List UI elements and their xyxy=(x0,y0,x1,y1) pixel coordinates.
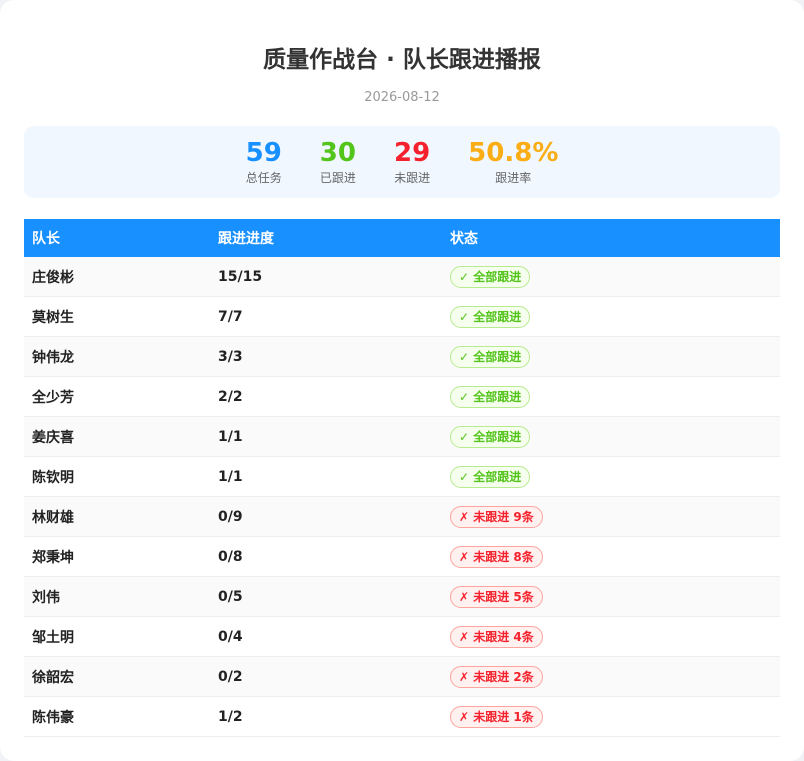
report-card: 质量作战台 · 队长跟进播报 2026-08-12 59 总任务 30 已跟进 … xyxy=(0,0,804,761)
table-row: 刘伟 0/5 ✗ 未跟进 5条 xyxy=(24,576,780,617)
follow-progress: 0/5 xyxy=(210,576,442,617)
stat-value: 59 xyxy=(245,138,282,168)
stat-label: 已跟进 xyxy=(319,171,356,185)
follow-progress: 7/7 xyxy=(210,296,442,337)
status-badge: ✗ 未跟进 5条 xyxy=(450,585,543,608)
captain-name: 郑秉坤 xyxy=(24,536,210,577)
status-badge: ✓ 全部跟进 xyxy=(450,345,531,368)
page-title: 质量作战台 · 队长跟进播报 xyxy=(263,47,541,73)
captain-name: 庄俊彬 xyxy=(24,257,210,297)
captain-name: 陈伟豪 xyxy=(24,696,210,737)
status-badge: ✓ 全部跟进 xyxy=(450,265,531,288)
table-row: 陈伟豪 1/2 ✗ 未跟进 1条 xyxy=(24,696,780,737)
status-cell: ✓ 全部跟进 xyxy=(442,456,780,497)
status-badge: ✓ 全部跟进 xyxy=(450,385,531,408)
captain-name: 徐韶宏 xyxy=(24,656,210,697)
table-header-row: 队长 跟进进度 状态 xyxy=(24,219,780,257)
captain-name: 莫树生 xyxy=(24,296,210,337)
status-badge: ✗ 未跟进 2条 xyxy=(450,665,543,688)
status-cell: ✓ 全部跟进 xyxy=(442,257,780,297)
follow-progress: 15/15 xyxy=(210,257,442,297)
captain-name: 林财雄 xyxy=(24,496,210,537)
column-header-status: 状态 xyxy=(442,219,780,257)
captain-name: 全少芳 xyxy=(24,376,210,417)
stat-total: 59 总任务 xyxy=(246,138,282,186)
table-row: 全少芳 2/2 ✓ 全部跟进 xyxy=(24,376,780,417)
table-row: 徐韶宏 0/2 ✗ 未跟进 2条 xyxy=(24,656,780,697)
table-row: 陈钦明 1/1 ✓ 全部跟进 xyxy=(24,456,780,497)
follow-progress: 0/4 xyxy=(210,616,442,657)
stat-value: 29 xyxy=(393,138,431,168)
status-cell: ✓ 全部跟进 xyxy=(442,336,780,377)
follow-progress: 0/9 xyxy=(210,496,442,537)
status-cell: ✓ 全部跟进 xyxy=(442,296,780,337)
table-row: 邹土明 0/4 ✗ 未跟进 4条 xyxy=(24,616,780,657)
status-badge: ✗ 未跟进 1条 xyxy=(450,705,543,728)
stats-panel: 59 总任务 30 已跟进 29 未跟进 50.8% 跟进率 xyxy=(24,126,780,198)
follow-progress: 0/8 xyxy=(210,536,442,577)
follow-progress: 0/2 xyxy=(210,656,442,697)
stat-rate: 50.8% 跟进率 xyxy=(468,138,558,186)
table-row: 莫树生 7/7 ✓ 全部跟进 xyxy=(24,296,780,337)
column-header-progress: 跟进进度 xyxy=(210,219,442,257)
follow-progress: 1/1 xyxy=(210,416,442,457)
stat-unfollowed: 29 未跟进 xyxy=(394,138,430,186)
status-cell: ✗ 未跟进 9条 xyxy=(442,496,780,537)
stat-label: 跟进率 xyxy=(495,171,532,185)
follow-progress: 1/2 xyxy=(210,696,442,737)
column-header-captain: 队长 xyxy=(24,219,210,257)
captain-name: 陈钦明 xyxy=(24,456,210,497)
captain-table: 队长 跟进进度 状态 庄俊彬 15/15 ✓ 全部跟进 莫树生 7/7 ✓ 全部跟进 钟伟龙… xyxy=(24,219,780,737)
status-cell: ✗ 未跟进 1条 xyxy=(442,696,780,737)
captain-name: 刘伟 xyxy=(24,576,210,617)
report-date: 2026-08-12 xyxy=(364,90,440,105)
status-cell: ✓ 全部跟进 xyxy=(442,416,780,457)
stat-label: 总任务 xyxy=(245,171,282,185)
follow-progress: 2/2 xyxy=(210,376,442,417)
status-badge: ✗ 未跟进 9条 xyxy=(450,505,543,528)
status-badge: ✓ 全部跟进 xyxy=(450,305,531,328)
status-cell: ✗ 未跟进 2条 xyxy=(442,656,780,697)
stat-label: 未跟进 xyxy=(394,171,431,185)
status-cell: ✗ 未跟进 8条 xyxy=(442,536,780,577)
follow-progress: 3/3 xyxy=(210,336,442,377)
table-row: 郑秉坤 0/8 ✗ 未跟进 8条 xyxy=(24,536,780,577)
table-body: 庄俊彬 15/15 ✓ 全部跟进 莫树生 7/7 ✓ 全部跟进 钟伟龙 3/3 ✓ 全部跟进 全少… xyxy=(24,257,780,737)
stat-followed: 30 已跟进 xyxy=(320,138,356,186)
stat-value: 50.8% xyxy=(468,138,559,168)
status-badge: ✗ 未跟进 4条 xyxy=(450,625,543,648)
status-cell: ✗ 未跟进 4条 xyxy=(442,616,780,657)
table-row: 庄俊彬 15/15 ✓ 全部跟进 xyxy=(24,257,780,297)
captain-name: 钟伟龙 xyxy=(24,336,210,377)
table-row: 钟伟龙 3/3 ✓ 全部跟进 xyxy=(24,336,780,377)
table-row: 姜庆喜 1/1 ✓ 全部跟进 xyxy=(24,416,780,457)
follow-progress: 1/1 xyxy=(210,456,442,497)
status-cell: ✗ 未跟进 5条 xyxy=(442,576,780,617)
table-row: 林财雄 0/9 ✗ 未跟进 9条 xyxy=(24,496,780,537)
status-badge: ✓ 全部跟进 xyxy=(450,465,531,488)
status-badge: ✗ 未跟进 8条 xyxy=(450,545,543,568)
status-cell: ✓ 全部跟进 xyxy=(442,376,780,417)
stat-value: 30 xyxy=(319,138,356,168)
captain-name: 姜庆喜 xyxy=(24,416,210,457)
captain-name: 邹土明 xyxy=(24,616,210,657)
status-badge: ✓ 全部跟进 xyxy=(450,425,531,448)
